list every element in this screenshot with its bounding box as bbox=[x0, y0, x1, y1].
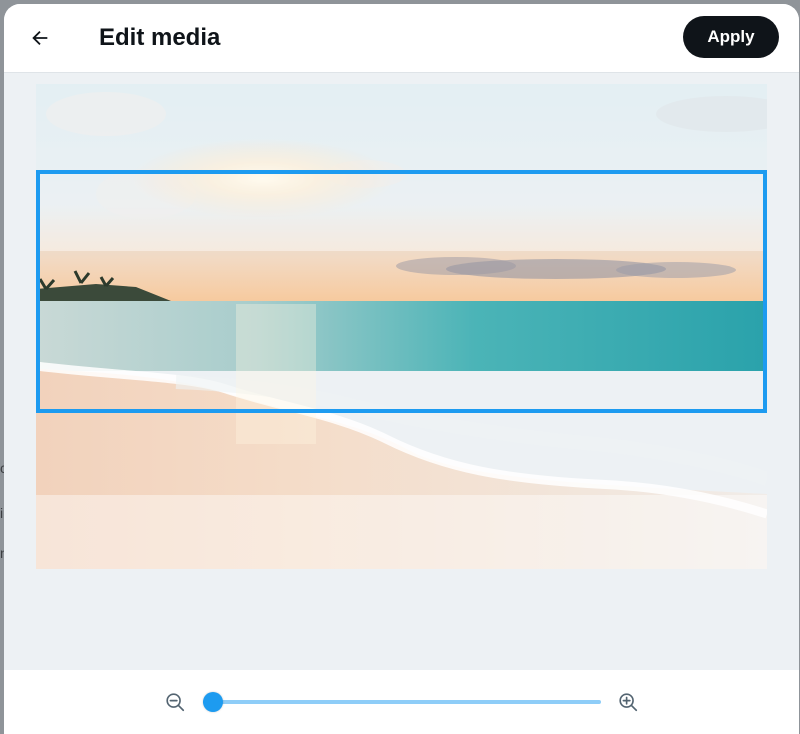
crop-mask-bottom bbox=[36, 495, 767, 569]
zoom-slider-thumb[interactable] bbox=[203, 692, 223, 712]
magnifier-minus-icon bbox=[166, 693, 185, 712]
zoom-slider[interactable] bbox=[203, 692, 601, 712]
crop-frame[interactable] bbox=[36, 170, 767, 413]
edit-media-dialog: Edit media Apply bbox=[4, 4, 799, 734]
back-button[interactable] bbox=[20, 18, 60, 58]
magnifier-plus-icon bbox=[619, 693, 638, 712]
zoom-out-button[interactable] bbox=[162, 689, 188, 715]
dialog-header: Edit media Apply bbox=[4, 4, 799, 73]
zoom-in-button[interactable] bbox=[615, 689, 641, 715]
dialog-title: Edit media bbox=[99, 24, 221, 51]
zoom-toolbar bbox=[4, 670, 799, 734]
zoom-slider-track bbox=[203, 700, 601, 704]
backdrop-fragment: i bbox=[0, 505, 4, 521]
arrow-left-icon bbox=[32, 30, 48, 46]
apply-button[interactable]: Apply bbox=[683, 16, 779, 58]
